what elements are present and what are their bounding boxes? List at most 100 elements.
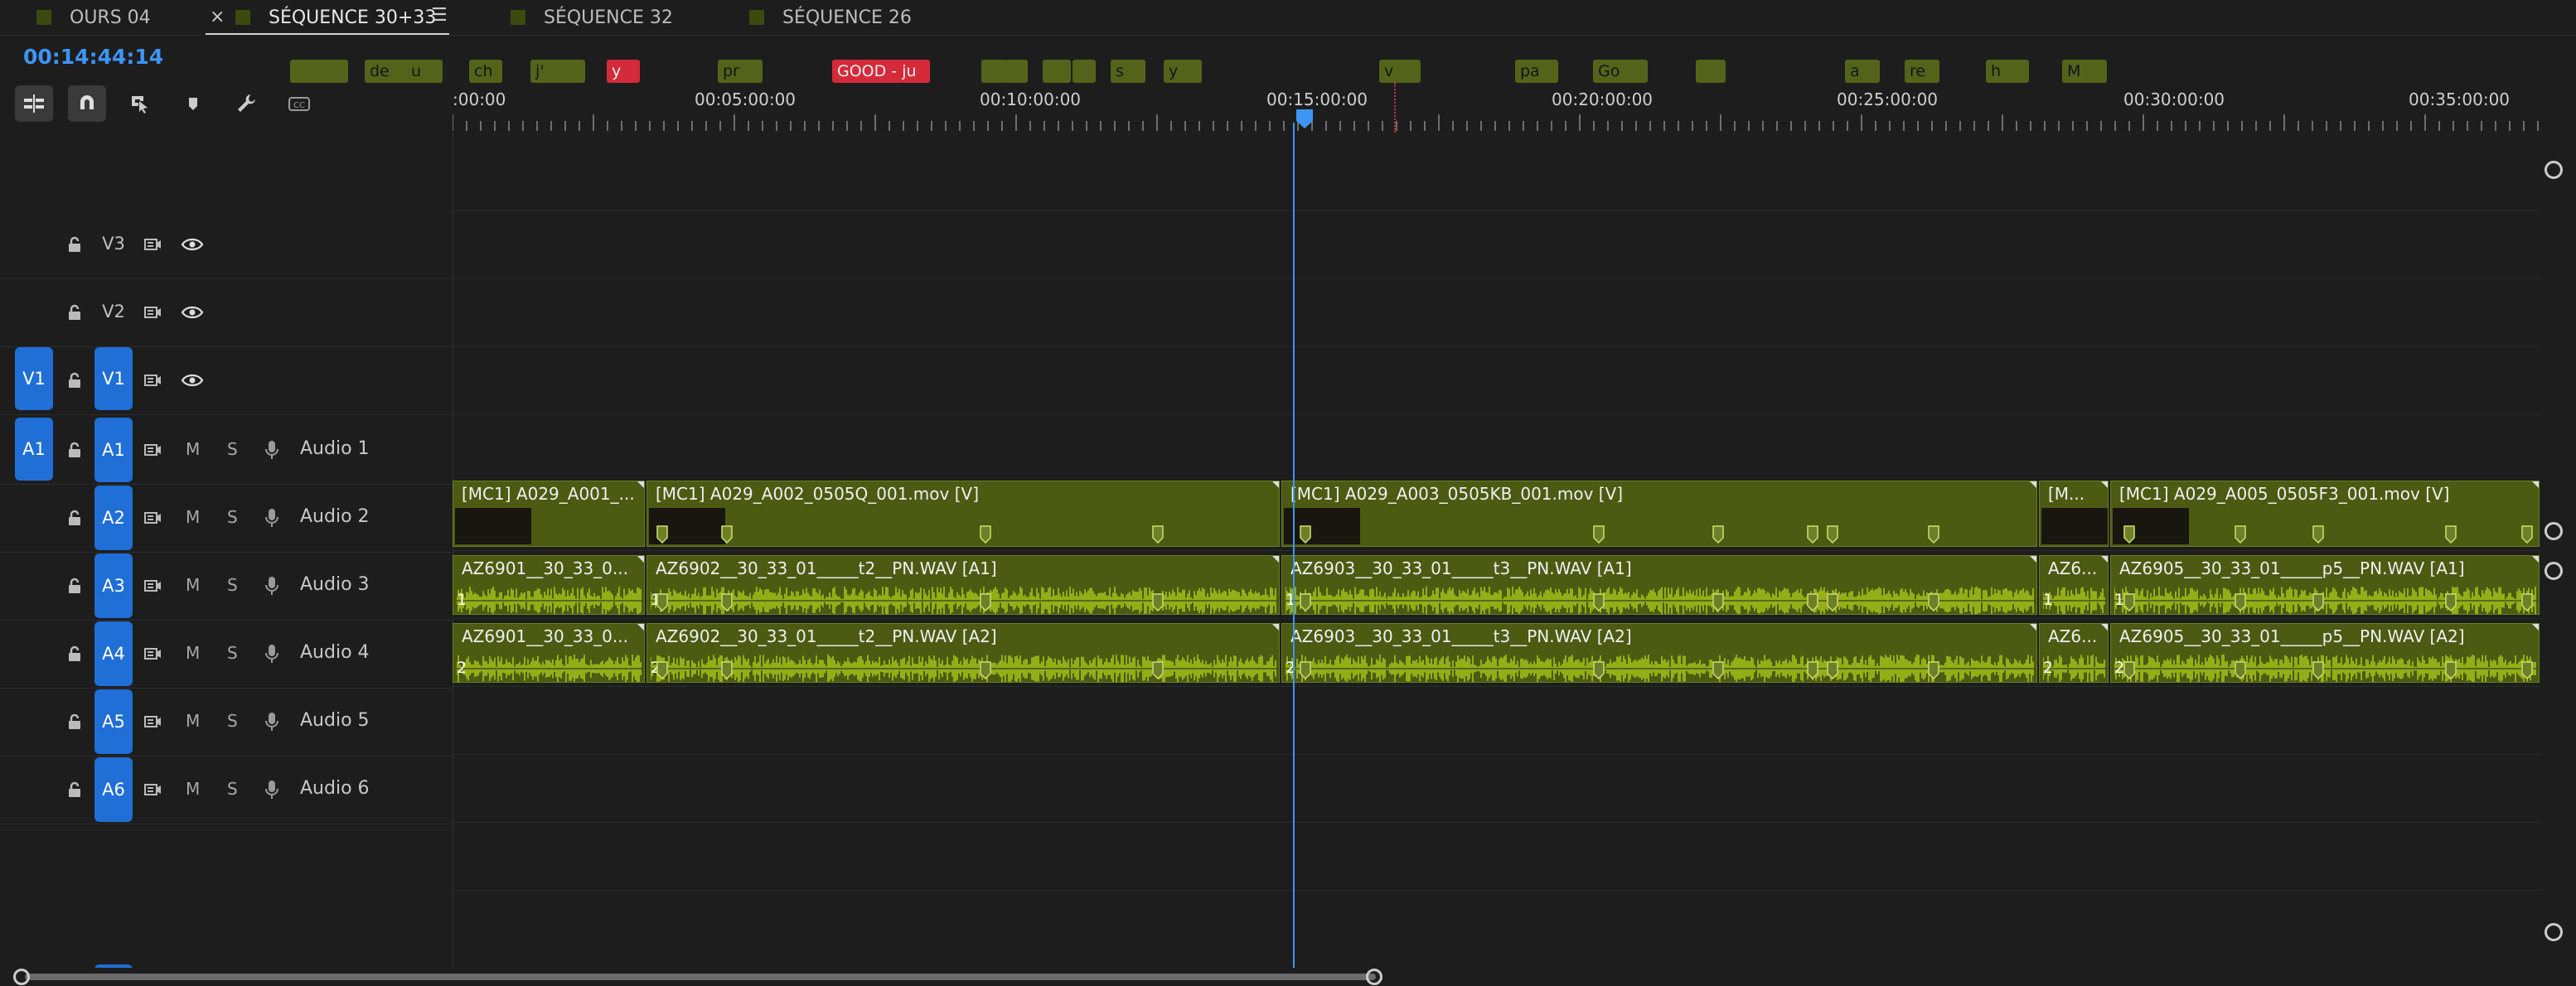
clip-marker-icon[interactable] bbox=[720, 524, 734, 544]
mute-button[interactable]: M bbox=[186, 711, 200, 731]
track-target-a4[interactable]: A4 bbox=[94, 621, 133, 686]
video-clip[interactable]: [M... bbox=[2039, 481, 2109, 547]
clip-marker-icon[interactable] bbox=[1826, 592, 1839, 612]
clip-marker-icon[interactable] bbox=[2520, 524, 2534, 544]
clip-marker-icon[interactable] bbox=[2234, 660, 2247, 680]
audio-scroll-handle-bottom[interactable] bbox=[2545, 923, 2563, 941]
clip-marker-icon[interactable] bbox=[2444, 592, 2457, 612]
audio-clip[interactable]: AZ6902__30_33_01_____t2__PN.WAV [A1] 1 bbox=[646, 555, 1280, 615]
playhead-timecode[interactable]: 00:14:44:14 bbox=[23, 45, 163, 69]
clip-marker-icon[interactable] bbox=[1151, 660, 1165, 680]
audio-track-name[interactable]: Audio 1 bbox=[300, 438, 370, 459]
tab-sequence-30-33[interactable]: SÉQUENCE 30+33 bbox=[235, 0, 436, 35]
tab-sequence-26[interactable]: SÉQUENCE 26 bbox=[749, 0, 912, 35]
audio-clip[interactable]: AZ6903__30_33_01_____t3__PN.WAV [A2] 2 bbox=[1281, 623, 2037, 683]
audio-clip[interactable]: AZ6903__30_33_01_____t3__PN.WAV [A1] 1 bbox=[1281, 555, 2037, 615]
voiceover-mic-icon[interactable] bbox=[262, 507, 282, 532]
clip-marker-icon[interactable] bbox=[1151, 524, 1165, 544]
solo-button[interactable]: S bbox=[227, 643, 238, 663]
clip-marker-icon[interactable] bbox=[720, 592, 734, 612]
lock-icon[interactable] bbox=[65, 780, 85, 803]
voiceover-mic-icon[interactable] bbox=[262, 779, 282, 804]
clip-marker-icon[interactable] bbox=[979, 660, 992, 680]
source-patch-a1[interactable]: A1 bbox=[15, 418, 53, 481]
solo-button[interactable]: S bbox=[227, 507, 238, 527]
timeline-settings-button[interactable] bbox=[227, 85, 265, 122]
timeline-tracks[interactable]: [MC1] A029_A001_... [MC1] A029_A002_0505Q… bbox=[453, 123, 2576, 969]
clip-marker-icon[interactable] bbox=[1712, 660, 1725, 680]
video-clip[interactable]: [MC1] A029_A002_0505Q_001.mov [V] bbox=[646, 481, 1280, 547]
clip-marker-icon[interactable] bbox=[656, 592, 669, 612]
voiceover-mic-icon[interactable] bbox=[262, 575, 282, 600]
mute-button[interactable]: M bbox=[186, 575, 200, 595]
tab-ours-04[interactable]: OURS 04 bbox=[36, 0, 151, 35]
clip-marker-icon[interactable] bbox=[1299, 660, 1312, 680]
sync-lock-icon[interactable] bbox=[143, 302, 162, 326]
time-ruler[interactable]: de u ch j' y pr GOOD - ju s y v pa Go a re h M :00:00 00… bbox=[290, 58, 2541, 133]
video-clip[interactable]: [MC1] A029_A005_0505F3_001.mov [V] bbox=[2110, 481, 2540, 547]
source-patch-v1[interactable]: V1 bbox=[15, 347, 53, 410]
clip-marker-icon[interactable] bbox=[656, 524, 669, 544]
eye-icon[interactable] bbox=[181, 234, 204, 258]
clip-marker-icon[interactable] bbox=[979, 524, 992, 544]
video-clip[interactable]: [MC1] A029_A001_... bbox=[453, 481, 645, 547]
lock-icon[interactable] bbox=[65, 712, 85, 735]
solo-button[interactable]: S bbox=[227, 439, 238, 459]
eye-icon[interactable] bbox=[181, 370, 204, 394]
sync-lock-icon[interactable] bbox=[143, 780, 162, 803]
clip-marker-icon[interactable] bbox=[656, 660, 669, 680]
clip-marker-icon[interactable] bbox=[2444, 660, 2457, 680]
playhead-line[interactable] bbox=[1293, 123, 1295, 968]
video-scroll-handle-bottom[interactable] bbox=[2545, 522, 2563, 540]
audio-clip[interactable]: AZ6901__30_33_0... 2 bbox=[453, 623, 645, 683]
tab-sequence-32[interactable]: SÉQUENCE 32 bbox=[511, 0, 673, 35]
sync-lock-icon[interactable] bbox=[143, 440, 162, 463]
clip-marker-icon[interactable] bbox=[1299, 592, 1312, 612]
audio-track-name[interactable]: Audio 3 bbox=[300, 574, 370, 595]
sync-lock-icon[interactable] bbox=[143, 644, 162, 667]
clip-marker-icon[interactable] bbox=[1927, 592, 1940, 612]
lock-icon[interactable] bbox=[65, 644, 85, 667]
captions-button[interactable]: CC bbox=[280, 85, 318, 122]
sync-lock-icon[interactable] bbox=[143, 576, 162, 599]
linked-selection-button[interactable] bbox=[121, 85, 159, 122]
track-target-a2[interactable]: A2 bbox=[94, 486, 133, 550]
sync-lock-icon[interactable] bbox=[143, 370, 162, 394]
mute-button[interactable]: M bbox=[186, 643, 200, 663]
zoom-handle-left[interactable] bbox=[13, 969, 30, 985]
lock-icon[interactable] bbox=[65, 440, 85, 463]
audio-clip[interactable]: AZ6905__30_33_01_____p5__PN.WAV [A2] 2 bbox=[2110, 623, 2540, 683]
clip-marker-icon[interactable] bbox=[1806, 660, 1819, 680]
zoom-handle-right[interactable] bbox=[1366, 969, 1382, 985]
sync-lock-icon[interactable] bbox=[143, 508, 162, 531]
audio-track-name[interactable]: Audio 5 bbox=[300, 710, 370, 731]
lock-icon[interactable] bbox=[65, 576, 85, 599]
voiceover-mic-icon[interactable] bbox=[262, 711, 282, 736]
snap-button[interactable] bbox=[68, 85, 106, 122]
clip-marker-icon[interactable] bbox=[1299, 524, 1312, 544]
clip-marker-icon[interactable] bbox=[2312, 524, 2325, 544]
sequence-marker[interactable]: u bbox=[406, 60, 443, 83]
solo-button[interactable]: S bbox=[227, 779, 238, 799]
sequence-marker[interactable]: de bbox=[365, 60, 411, 83]
sync-lock-icon[interactable] bbox=[143, 234, 162, 258]
audio-track-name[interactable]: Audio 2 bbox=[300, 506, 370, 527]
insert-nest-button[interactable] bbox=[15, 85, 53, 122]
audio-track-name[interactable]: Audio 6 bbox=[300, 778, 370, 799]
lock-icon[interactable] bbox=[65, 508, 85, 531]
mute-button[interactable]: M bbox=[186, 779, 200, 799]
lock-icon[interactable] bbox=[65, 234, 85, 258]
lock-icon[interactable] bbox=[65, 302, 85, 326]
track-target-v3[interactable]: V3 bbox=[94, 211, 133, 276]
clip-marker-icon[interactable] bbox=[2234, 592, 2247, 612]
close-tab-icon[interactable]: × bbox=[210, 7, 225, 27]
clip-marker-icon[interactable] bbox=[1826, 660, 1839, 680]
zoom-scrollbar-thumb[interactable] bbox=[25, 974, 1376, 980]
audio-clip[interactable]: AZ6... 2 bbox=[2039, 623, 2109, 683]
track-target-a3[interactable]: A3 bbox=[94, 553, 133, 618]
video-clip[interactable]: [MC1] A029_A003_0505KB_001.mov [V] bbox=[1281, 481, 2037, 547]
clip-marker-icon[interactable] bbox=[2312, 660, 2325, 680]
audio-scroll-handle-top[interactable] bbox=[2545, 562, 2563, 580]
audio-clip[interactable]: AZ6901__30_33_0... 1 bbox=[453, 555, 645, 615]
mute-button[interactable]: M bbox=[186, 439, 200, 459]
